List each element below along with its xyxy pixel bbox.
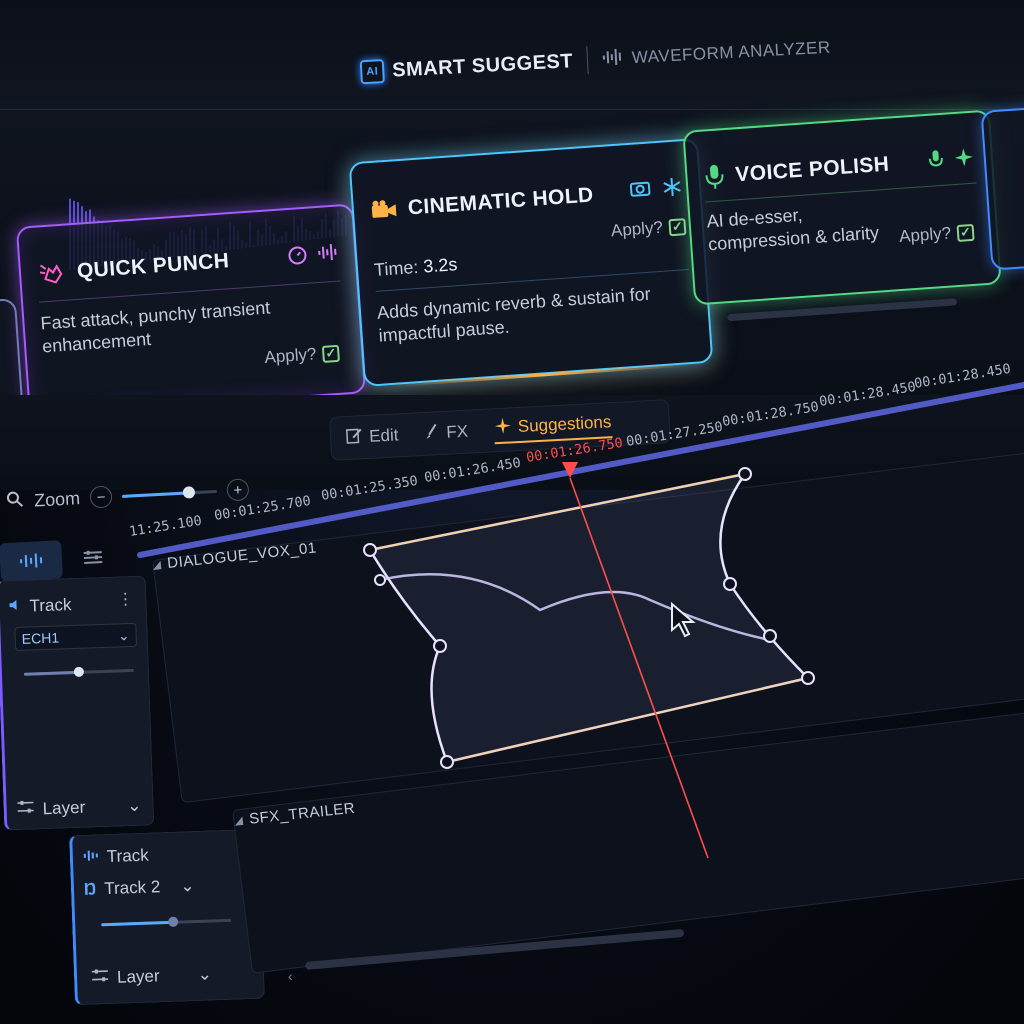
region-handle[interactable] [440, 755, 454, 769]
playhead-marker[interactable] [562, 462, 578, 478]
daw-window: AI SMART SUGGEST WAVEFORM ANALYZER QUICK… [0, 0, 1024, 1024]
region-handle[interactable] [801, 671, 815, 685]
scroll-left-arrow[interactable]: ‹ [288, 968, 293, 984]
region-handle[interactable] [763, 629, 777, 643]
region-handle[interactable] [374, 574, 386, 586]
waveform-canvas [179, 462, 1022, 918]
region-handle[interactable] [723, 577, 737, 591]
region-handle[interactable] [433, 639, 447, 653]
region-handle[interactable] [363, 543, 377, 557]
selection-region[interactable] [368, 472, 811, 764]
waveform-sfx [254, 707, 1022, 918]
region-handle[interactable] [738, 467, 752, 481]
